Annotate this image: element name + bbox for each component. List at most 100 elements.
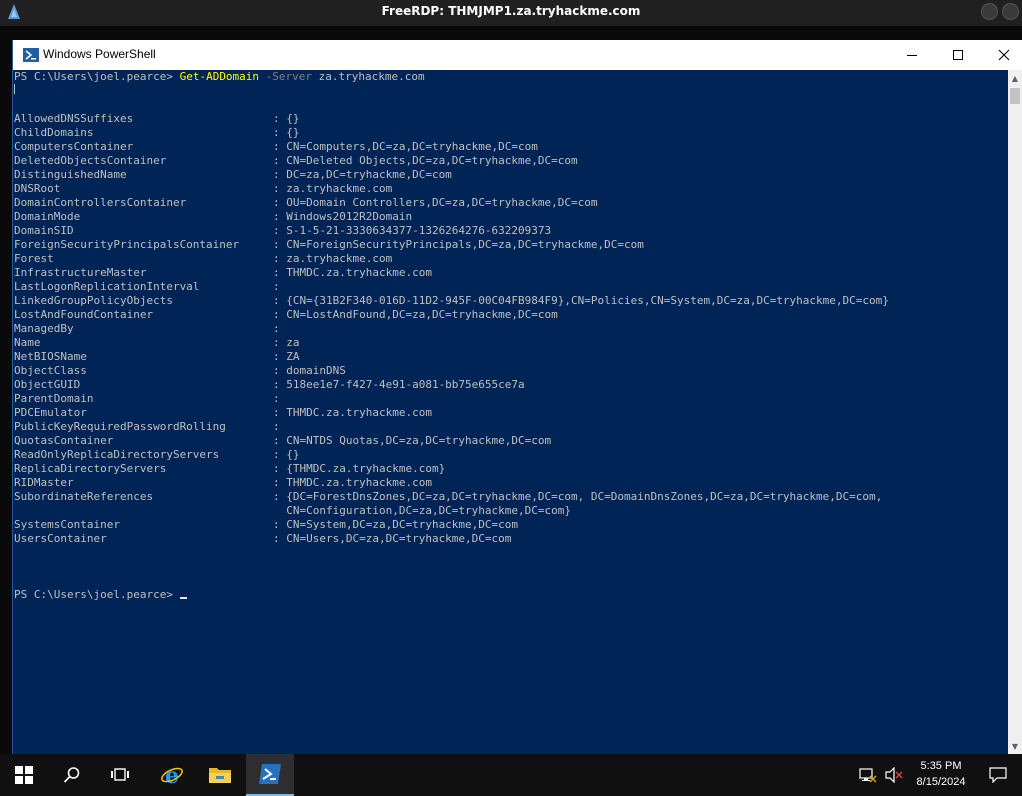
property-row: SubordinateReferences : {DC=ForestDnsZone… bbox=[14, 490, 1009, 504]
property-name: Name bbox=[14, 336, 41, 349]
window-title: Windows PowerShell bbox=[43, 47, 156, 61]
rdp-minimize-button[interactable] bbox=[981, 3, 998, 20]
prompt-line: PS C:\Users\joel.pearce> bbox=[14, 588, 1009, 602]
property-value: : bbox=[273, 392, 280, 405]
property-row: Forest : za.tryhackme.com bbox=[14, 252, 1009, 266]
scroll-down-icon[interactable]: ▼ bbox=[1008, 738, 1022, 754]
property-value: : THMDC.za.tryhackme.com bbox=[273, 406, 432, 419]
property-row: DNSRoot : za.tryhackme.com bbox=[14, 182, 1009, 196]
system-clock[interactable]: 5:35 PM 8/15/2024 bbox=[906, 758, 976, 790]
property-name: DomainSID bbox=[14, 224, 74, 237]
property-value: : {} bbox=[273, 112, 300, 125]
property-name: ReadOnlyReplicaDirectoryServers bbox=[14, 448, 220, 461]
file-explorer-icon bbox=[209, 768, 231, 783]
search-button[interactable] bbox=[48, 754, 96, 796]
notification-icon bbox=[989, 767, 1007, 783]
property-name: LinkedGroupPolicyObjects bbox=[14, 294, 173, 307]
command-argument: za.tryhackme.com bbox=[318, 70, 425, 83]
property-row: ChildDomains : {} bbox=[14, 126, 1009, 140]
internet-explorer-button[interactable]: e bbox=[148, 754, 196, 796]
minimize-button[interactable] bbox=[889, 40, 935, 70]
property-row: DistinguishedName : DC=za,DC=tryhackme,DC… bbox=[14, 168, 1009, 182]
task-view-icon bbox=[111, 768, 129, 781]
property-name: ObjectClass bbox=[14, 364, 87, 377]
property-name: LostAndFoundContainer bbox=[14, 308, 154, 321]
task-view-button[interactable] bbox=[96, 754, 144, 796]
clock-time: 5:35 PM bbox=[920, 760, 962, 772]
maximize-icon bbox=[953, 50, 963, 60]
powershell-taskbar-button[interactable] bbox=[246, 754, 294, 796]
property-value: : {} bbox=[273, 126, 300, 139]
action-center-button[interactable] bbox=[974, 754, 1022, 796]
property-row: LastLogonReplicationInterval: bbox=[14, 280, 1009, 294]
property-row: ForeignSecurityPrincipalsContainer: CN=F… bbox=[14, 238, 1009, 252]
property-name: ChildDomains bbox=[14, 126, 94, 139]
close-button[interactable] bbox=[981, 40, 1022, 70]
property-name: DNSRoot bbox=[14, 182, 61, 195]
blank-line bbox=[14, 84, 1009, 98]
maximize-button[interactable] bbox=[935, 40, 981, 70]
vertical-scrollbar[interactable]: ▲ ▼ bbox=[1008, 70, 1022, 754]
property-name: LastLogonReplicationInterval bbox=[14, 280, 200, 293]
property-row: AllowedDNSSuffixes: {} bbox=[14, 112, 1009, 126]
windows-start-icon bbox=[15, 766, 33, 784]
property-value: : CN=LostAndFound,DC=za,DC=tryhackme,DC=… bbox=[273, 308, 558, 321]
rdp-window-title: FreeRDP: THMJMP1.za.tryhackme.com bbox=[381, 4, 641, 18]
property-row: ComputersContainer: CN=Computers,DC=za,D… bbox=[14, 140, 1009, 154]
property-row: SystemsContainer : CN=System,DC=za,DC=try… bbox=[14, 518, 1009, 532]
property-row: ReadOnlyReplicaDirectoryServers: {} bbox=[14, 448, 1009, 462]
property-row: DomainSID : S-1-5-21-3330634377-132626427… bbox=[14, 224, 1009, 238]
property-value: : OU=Domain Controllers,DC=za,DC=tryhack… bbox=[273, 196, 598, 209]
property-row: CN=Configuration,DC=za,DC=tryhackme,DC=c… bbox=[14, 504, 1009, 518]
property-value: : za.tryhackme.com bbox=[273, 252, 393, 265]
property-row: Name: za bbox=[14, 336, 1009, 350]
console-output[interactable]: PS C:\Users\joel.pearce> Get-ADDomain -S… bbox=[13, 70, 1009, 754]
property-row: DomainControllersContainer: OU=Domain Co… bbox=[14, 196, 1009, 210]
window-titlebar[interactable]: Windows PowerShell bbox=[13, 40, 1022, 70]
volume-tray-button[interactable] bbox=[884, 754, 904, 796]
property-name: ForeignSecurityPrincipalsContainer bbox=[14, 238, 240, 251]
property-name: RIDMaster bbox=[14, 476, 74, 489]
property-value: : CN=System,DC=za,DC=tryhackme,DC=com bbox=[273, 518, 519, 531]
property-row: ObjectGUID: 518ee1e7-f427-4e91-a081-bb75… bbox=[14, 378, 1009, 392]
prompt: PS C:\Users\joel.pearce> bbox=[14, 588, 173, 601]
property-value: : domainDNS bbox=[273, 364, 346, 377]
scroll-up-icon[interactable]: ▲ bbox=[1008, 70, 1022, 86]
property-value: : CN=Deleted Objects,DC=za,DC=tryhackme,… bbox=[273, 154, 578, 167]
property-name: ManagedBy bbox=[14, 322, 74, 335]
property-name: SubordinateReferences bbox=[14, 490, 154, 503]
rdp-title-bar: FreeRDP: THMJMP1.za.tryhackme.com bbox=[0, 0, 1022, 26]
property-value: : DC=za,DC=tryhackme,DC=com bbox=[273, 168, 452, 181]
property-value: : za.tryhackme.com bbox=[273, 182, 393, 195]
property-name: SystemsContainer bbox=[14, 518, 120, 531]
property-value: : {DC=ForestDnsZones,DC=za,DC=tryhackme,… bbox=[273, 490, 883, 503]
property-name: PublicKeyRequiredPasswordRolling bbox=[14, 420, 226, 433]
property-row: ManagedBy: bbox=[14, 322, 1009, 336]
property-row: ParentDomain: bbox=[14, 392, 1009, 406]
property-value: : S-1-5-21-3330634377-1326264276-6322093… bbox=[273, 224, 552, 237]
property-name: DistinguishedName bbox=[14, 168, 127, 181]
property-name: QuotasContainer bbox=[14, 434, 114, 447]
file-explorer-button[interactable] bbox=[196, 754, 244, 796]
scrollbar-thumb[interactable] bbox=[1010, 88, 1020, 104]
property-row: QuotasContainer : CN=NTDS Quotas,DC=za,DC… bbox=[14, 434, 1009, 448]
property-value: : {CN={31B2F340-016D-11D2-945F-00C04FB98… bbox=[273, 294, 889, 307]
property-value: : CN=Users,DC=za,DC=tryhackme,DC=com bbox=[273, 532, 512, 545]
property-name: Forest bbox=[14, 252, 54, 265]
rdp-close-button[interactable] bbox=[1002, 3, 1019, 20]
property-value: : ZA bbox=[273, 350, 300, 363]
property-row: InfrastructureMaster: THMDC.za.tryhackme… bbox=[14, 266, 1009, 280]
property-value: : bbox=[273, 322, 280, 335]
property-row: PDCEmulator: THMDC.za.tryhackme.com bbox=[14, 406, 1009, 420]
property-row: UsersContainer: CN=Users,DC=za,DC=tryhac… bbox=[14, 532, 1009, 546]
property-value: : bbox=[273, 420, 280, 433]
network-tray-button[interactable] bbox=[858, 754, 878, 796]
clock-date: 8/15/2024 bbox=[916, 776, 966, 788]
property-list: AllowedDNSSuffixes: {} ChildDomains: {} Co… bbox=[14, 112, 1009, 546]
powershell-icon bbox=[23, 48, 39, 62]
start-button[interactable] bbox=[0, 754, 48, 796]
close-icon bbox=[998, 49, 1010, 61]
property-value: : CN=NTDS Quotas,DC=za,DC=tryhackme,DC=c… bbox=[273, 434, 552, 447]
property-name: ObjectGUID bbox=[14, 378, 81, 391]
